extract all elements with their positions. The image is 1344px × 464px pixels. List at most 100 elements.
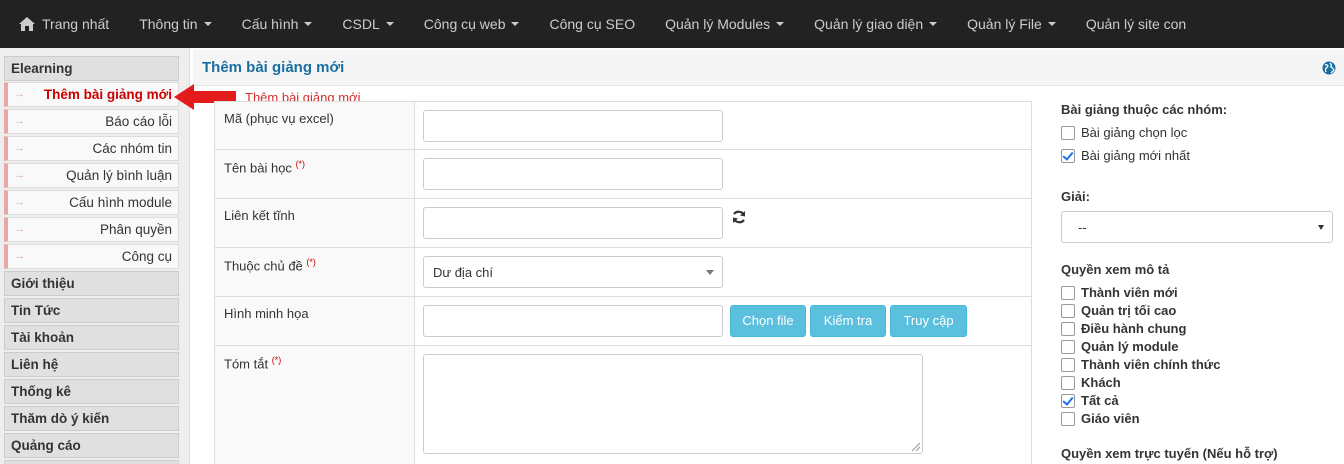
group-checkbox-chon-loc[interactable]: Bài giảng chọn lọc: [1061, 125, 1187, 140]
nav-quan-ly-file[interactable]: Quản lý File: [952, 0, 1071, 48]
checkbox[interactable]: [1061, 285, 1075, 300]
nav-quan-ly-giao-dien[interactable]: Quản lý giao diện: [799, 0, 952, 48]
nav-csdl[interactable]: CSDL: [327, 0, 408, 48]
caret-down-icon: [304, 22, 313, 26]
caret-down-icon: [511, 22, 520, 26]
checkbox[interactable]: [1061, 339, 1075, 354]
nav-home-label: Trang nhất: [42, 16, 110, 32]
checkbox-label: Giáo viên: [1081, 411, 1140, 426]
globe-icon[interactable]: [1322, 61, 1336, 75]
checkbox-label: Bài giảng chọn lọc: [1081, 125, 1188, 140]
access-button[interactable]: Truy cập: [890, 305, 967, 337]
sidebar-item-label: Quản lý bình luận: [66, 168, 172, 183]
view-desc-thanh-vien-chinh-thuc[interactable]: Thành viên chính thức: [1061, 357, 1220, 372]
nav-label: Công cụ SEO: [549, 16, 636, 32]
view-desc-giao-vien[interactable]: Giáo viên: [1061, 411, 1140, 426]
award-select-value: --: [1078, 220, 1087, 235]
sidebar-item-cong-cu[interactable]: → Công cụ: [4, 244, 179, 269]
choose-file-button[interactable]: Chọn file: [730, 305, 806, 337]
field-label: Liên kết tĩnh: [215, 199, 415, 247]
nav-label: Thông tin: [139, 16, 198, 32]
refresh-icon[interactable]: [731, 209, 747, 225]
checkbox[interactable]: [1061, 321, 1075, 336]
required-mark: (*): [295, 159, 306, 169]
topic-select[interactable]: Dư địa chí: [423, 256, 723, 288]
view-desc-quan-tri-toi-cao[interactable]: Quản trị tối cao: [1061, 303, 1176, 318]
form-row-topic: Thuộc chủ đề (*) Dư địa chí: [214, 248, 1032, 297]
view-desc-khach[interactable]: Khách: [1061, 375, 1121, 390]
view-desc-tat-ca[interactable]: Tất cả: [1061, 393, 1119, 408]
image-path-input[interactable]: [423, 305, 723, 337]
view-desc-quan-ly-module[interactable]: Quản lý module: [1061, 339, 1179, 354]
view-desc-dieu-hanh-chung[interactable]: Điều hành chung: [1061, 321, 1186, 336]
nav-label: Công cụ web: [423, 16, 506, 32]
group-checkbox-moi-nhat[interactable]: Bài giảng mới nhất: [1061, 148, 1190, 163]
sidebar-group-tham-do-y-kien[interactable]: Thăm dò ý kiến: [4, 406, 179, 431]
code-input[interactable]: [423, 110, 723, 142]
checkbox-checked[interactable]: [1061, 148, 1075, 163]
nav-cau-hinh[interactable]: Cấu hình: [227, 0, 328, 48]
nav-thong-tin[interactable]: Thông tin: [124, 0, 226, 48]
form-row-image: Hình minh họa Chọn file Kiểm tra Truy cậ…: [214, 297, 1032, 346]
sidebar-group-lien-he[interactable]: Liên hệ: [4, 352, 179, 377]
sidebar-group-quang-cao[interactable]: Quảng cáo: [4, 433, 179, 458]
arrow-right-icon: →: [14, 88, 25, 100]
summary-textarea[interactable]: [423, 354, 923, 454]
sidebar-item-cau-hinh-module[interactable]: → Cấu hình module: [4, 190, 179, 215]
sidebar-item-them-bai-giang[interactable]: → Thêm bài giảng mới: [4, 82, 179, 107]
checkbox[interactable]: [1061, 375, 1075, 390]
award-select[interactable]: --: [1061, 211, 1333, 243]
checkbox[interactable]: [1061, 357, 1075, 372]
topic-label: Thuộc chủ đề: [224, 258, 303, 274]
nav-cong-cu-web[interactable]: Công cụ web: [409, 0, 535, 48]
top-navbar: Trang nhất Thông tin Cấu hình CSDL Công …: [0, 0, 1344, 48]
title-input[interactable]: [423, 158, 723, 190]
nav-cong-cu-seo[interactable]: Công cụ SEO: [534, 0, 650, 48]
code-label: Mã (phục vụ excel): [224, 111, 334, 126]
sidebar-item-bao-cao-loi[interactable]: → Báo cáo lỗi: [4, 109, 179, 134]
checkbox-label: Bài giảng mới nhất: [1081, 148, 1190, 163]
arrow-right-icon: →: [14, 223, 25, 235]
sidebar-item-cac-nhom-tin[interactable]: → Các nhóm tin: [4, 136, 179, 161]
dropdown-caret-icon: [706, 270, 714, 275]
nav-label: CSDL: [342, 16, 380, 32]
award-heading: Giải:: [1061, 189, 1090, 204]
form-row-name: Tên bài học (*): [214, 150, 1032, 199]
sidebar-group-thong-ke[interactable]: Thống kê: [4, 379, 179, 404]
field-label: Hình minh họa: [215, 297, 415, 345]
nav-quan-ly-site-con[interactable]: Quản lý site con: [1071, 0, 1201, 48]
topic-select-value: Dư địa chí: [433, 265, 494, 280]
sidebar-item-phan-quyen[interactable]: → Phân quyền: [4, 217, 179, 242]
alias-input[interactable]: [423, 207, 723, 239]
field-label: Thuộc chủ đề (*): [215, 248, 415, 296]
arrow-right-icon: →: [14, 115, 25, 127]
sidebar-item-quan-ly-binh-luan[interactable]: → Quản lý bình luận: [4, 163, 179, 188]
name-label: Tên bài học: [224, 160, 292, 176]
sidebar-group-tai-khoan[interactable]: Tài khoản: [4, 325, 179, 350]
nav-label: Cấu hình: [241, 16, 299, 32]
sidebar-group-tin-tuc[interactable]: Tin Tức: [4, 298, 179, 323]
groups-heading: Bài giảng thuộc các nhóm:: [1061, 102, 1228, 117]
check-button[interactable]: Kiểm tra: [810, 305, 886, 337]
nav-quan-ly-modules[interactable]: Quản lý Modules: [650, 0, 799, 48]
view-desc-thanh-vien-moi[interactable]: Thành viên mới: [1061, 285, 1178, 300]
sidebar-item-label: Phân quyền: [99, 222, 172, 237]
caret-down-icon: [1047, 22, 1056, 26]
nav-home[interactable]: Trang nhất: [0, 0, 124, 48]
required-mark: (*): [271, 355, 282, 365]
sidebar-group-gioi-thieu[interactable]: Giới thiệu: [4, 271, 179, 296]
caret-down-icon: [385, 22, 394, 26]
caret-down-icon: [203, 22, 212, 26]
sidebar-item-label: Thêm bài giảng mới: [43, 87, 172, 102]
resize-grip-icon[interactable]: [912, 443, 920, 451]
arrow-right-icon: →: [14, 169, 25, 181]
sidebar-section-elearning[interactable]: Elearning: [4, 56, 179, 81]
view-online-heading: Quyền xem trực tuyến (Nếu hỗ trợ): [1061, 446, 1278, 461]
checkbox-checked[interactable]: [1061, 393, 1075, 408]
checkbox[interactable]: [1061, 125, 1075, 140]
arrow-right-icon: →: [14, 250, 25, 262]
checkbox[interactable]: [1061, 411, 1075, 426]
arrow-right-icon: →: [14, 196, 25, 208]
checkbox[interactable]: [1061, 303, 1075, 318]
required-mark: (*): [306, 257, 316, 267]
